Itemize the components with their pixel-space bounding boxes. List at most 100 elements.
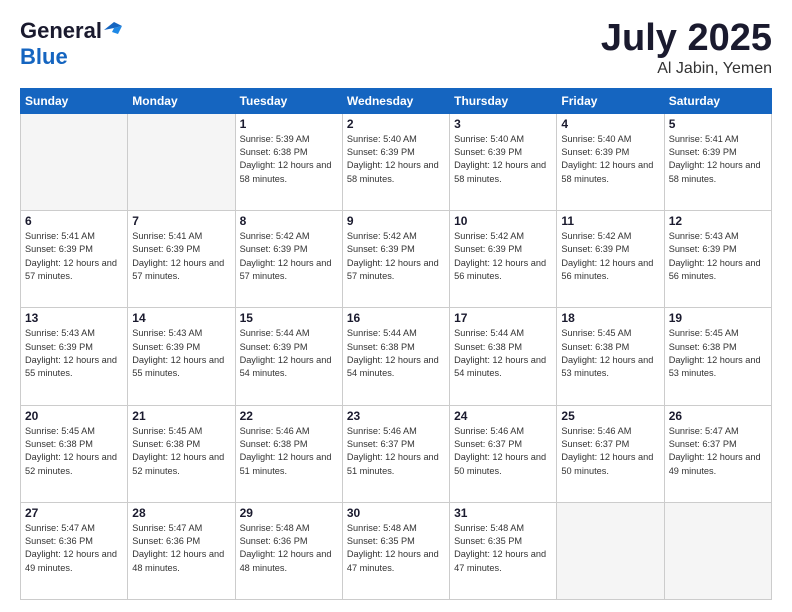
day-number: 14 <box>132 311 230 325</box>
day-number: 13 <box>25 311 123 325</box>
calendar-cell <box>557 502 664 599</box>
header: General Blue July 2025 Al Jabin, Yemen <box>20 18 772 78</box>
day-number: 10 <box>454 214 552 228</box>
logo-blue-text: Blue <box>20 44 68 70</box>
calendar-cell <box>664 502 771 599</box>
day-number: 25 <box>561 409 659 423</box>
calendar-cell: 7 Sunrise: 5:41 AMSunset: 6:39 PMDaylight… <box>128 211 235 308</box>
sun-info: Sunrise: 5:46 AMSunset: 6:37 PMDaylight:… <box>347 425 445 478</box>
calendar-cell: 15 Sunrise: 5:44 AMSunset: 6:39 PMDayligh… <box>235 308 342 405</box>
sun-info: Sunrise: 5:39 AMSunset: 6:38 PMDaylight:… <box>240 133 338 186</box>
sun-info: Sunrise: 5:40 AMSunset: 6:39 PMDaylight:… <box>347 133 445 186</box>
day-number: 31 <box>454 506 552 520</box>
sun-info: Sunrise: 5:40 AMSunset: 6:39 PMDaylight:… <box>454 133 552 186</box>
calendar-week-row: 20 Sunrise: 5:45 AMSunset: 6:38 PMDayligh… <box>21 405 772 502</box>
calendar-cell: 20Sunrise: 5:45 AMSunset: 6:38 PMDayligh… <box>21 405 128 502</box>
location: Al Jabin, Yemen <box>601 60 772 78</box>
sun-info: Sunrise: 5:46 AMSunset: 6:37 PMDaylight:… <box>561 425 659 478</box>
day-number: 15 <box>240 311 338 325</box>
day-number: 3 <box>454 117 552 131</box>
sun-info: Sunrise: 5:48 AMSunset: 6:36 PMDaylight:… <box>240 522 338 575</box>
day-number: 20 <box>25 409 123 423</box>
calendar-week-row: 6 Sunrise: 5:41 AMSunset: 6:39 PMDaylight… <box>21 211 772 308</box>
sun-info: Sunrise: 5:42 AMSunset: 6:39 PMDaylight:… <box>454 230 552 283</box>
sun-info: Sunrise: 5:45 AMSunset: 6:38 PMDaylight:… <box>561 327 659 380</box>
sun-info: Sunrise: 5:48 AMSunset: 6:35 PMDaylight:… <box>347 522 445 575</box>
calendar-cell: 28 Sunrise: 5:47 AMSunset: 6:36 PMDayligh… <box>128 502 235 599</box>
calendar-cell <box>128 113 235 210</box>
day-number: 26 <box>669 409 767 423</box>
calendar-cell: 26 Sunrise: 5:47 AMSunset: 6:37 PMDayligh… <box>664 405 771 502</box>
day-number: 8 <box>240 214 338 228</box>
logo-bird-icon <box>104 22 122 36</box>
calendar-table: Sunday Monday Tuesday Wednesday Thursday… <box>20 88 772 600</box>
sun-info: Sunrise: 5:43 AMSunset: 6:39 PMDaylight:… <box>669 230 767 283</box>
day-number: 19 <box>669 311 767 325</box>
sun-info: Sunrise: 5:42 AMSunset: 6:39 PMDaylight:… <box>240 230 338 283</box>
sun-info: Sunrise: 5:41 AMSunset: 6:39 PMDaylight:… <box>669 133 767 186</box>
calendar-cell: 14 Sunrise: 5:43 AMSunset: 6:39 PMDayligh… <box>128 308 235 405</box>
day-number: 5 <box>669 117 767 131</box>
calendar-week-row: 13 Sunrise: 5:43 AMSunset: 6:39 PMDayligh… <box>21 308 772 405</box>
day-number: 1 <box>240 117 338 131</box>
sun-info: Sunrise: 5:40 AMSunset: 6:39 PMDaylight:… <box>561 133 659 186</box>
calendar-header-row: Sunday Monday Tuesday Wednesday Thursday… <box>21 88 772 113</box>
sun-info: Sunrise: 5:47 AMSunset: 6:36 PMDaylight:… <box>132 522 230 575</box>
logo: General Blue <box>20 18 122 70</box>
calendar-week-row: 27 Sunrise: 5:47 AMSunset: 6:36 PMDayligh… <box>21 502 772 599</box>
day-number: 9 <box>347 214 445 228</box>
month-title: July 2025 <box>601 18 772 60</box>
day-number: 4 <box>561 117 659 131</box>
day-number: 12 <box>669 214 767 228</box>
sun-info: Sunrise: 5:42 AMSunset: 6:39 PMDaylight:… <box>561 230 659 283</box>
col-tuesday: Tuesday <box>235 88 342 113</box>
sun-info: Sunrise: 5:46 AMSunset: 6:37 PMDaylight:… <box>454 425 552 478</box>
col-sunday: Sunday <box>21 88 128 113</box>
calendar-cell: 21Sunrise: 5:45 AMSunset: 6:38 PMDayligh… <box>128 405 235 502</box>
calendar-cell: 10 Sunrise: 5:42 AMSunset: 6:39 PMDayligh… <box>450 211 557 308</box>
day-number: 7 <box>132 214 230 228</box>
day-number: 18 <box>561 311 659 325</box>
day-number: 28 <box>132 506 230 520</box>
sun-info: Sunrise: 5:45 AMSunset: 6:38 PMDaylight:… <box>132 425 230 478</box>
calendar-cell: 31 Sunrise: 5:48 AMSunset: 6:35 PMDayligh… <box>450 502 557 599</box>
calendar-cell: 22Sunrise: 5:46 AMSunset: 6:38 PMDayligh… <box>235 405 342 502</box>
day-number: 24 <box>454 409 552 423</box>
calendar-cell: 29 Sunrise: 5:48 AMSunset: 6:36 PMDayligh… <box>235 502 342 599</box>
sun-info: Sunrise: 5:41 AMSunset: 6:39 PMDaylight:… <box>132 230 230 283</box>
day-number: 2 <box>347 117 445 131</box>
calendar-cell: 24 Sunrise: 5:46 AMSunset: 6:37 PMDayligh… <box>450 405 557 502</box>
calendar-cell: 19 Sunrise: 5:45 AMSunset: 6:38 PMDayligh… <box>664 308 771 405</box>
day-number: 6 <box>25 214 123 228</box>
calendar-cell: 8 Sunrise: 5:42 AMSunset: 6:39 PMDaylight… <box>235 211 342 308</box>
day-number: 27 <box>25 506 123 520</box>
col-wednesday: Wednesday <box>342 88 449 113</box>
calendar-cell: 11 Sunrise: 5:42 AMSunset: 6:39 PMDayligh… <box>557 211 664 308</box>
calendar-cell: 17 Sunrise: 5:44 AMSunset: 6:38 PMDayligh… <box>450 308 557 405</box>
sun-info: Sunrise: 5:44 AMSunset: 6:38 PMDaylight:… <box>454 327 552 380</box>
day-number: 11 <box>561 214 659 228</box>
calendar-cell <box>21 113 128 210</box>
calendar-cell: 9 Sunrise: 5:42 AMSunset: 6:39 PMDaylight… <box>342 211 449 308</box>
sun-info: Sunrise: 5:43 AMSunset: 6:39 PMDaylight:… <box>132 327 230 380</box>
calendar-cell: 2 Sunrise: 5:40 AMSunset: 6:39 PMDaylight… <box>342 113 449 210</box>
calendar-cell: 13Sunrise: 5:43 AMSunset: 6:39 PMDayligh… <box>21 308 128 405</box>
calendar-cell: 23Sunrise: 5:46 AMSunset: 6:37 PMDayligh… <box>342 405 449 502</box>
sun-info: Sunrise: 5:44 AMSunset: 6:39 PMDaylight:… <box>240 327 338 380</box>
sun-info: Sunrise: 5:46 AMSunset: 6:38 PMDaylight:… <box>240 425 338 478</box>
sun-info: Sunrise: 5:42 AMSunset: 6:39 PMDaylight:… <box>347 230 445 283</box>
calendar-week-row: 1 Sunrise: 5:39 AMSunset: 6:38 PMDaylight… <box>21 113 772 210</box>
calendar-cell: 27Sunrise: 5:47 AMSunset: 6:36 PMDayligh… <box>21 502 128 599</box>
sun-info: Sunrise: 5:45 AMSunset: 6:38 PMDaylight:… <box>669 327 767 380</box>
day-number: 16 <box>347 311 445 325</box>
page: General Blue July 2025 Al Jabin, Yemen S… <box>0 0 792 612</box>
sun-info: Sunrise: 5:48 AMSunset: 6:35 PMDaylight:… <box>454 522 552 575</box>
calendar-cell: 25 Sunrise: 5:46 AMSunset: 6:37 PMDayligh… <box>557 405 664 502</box>
col-thursday: Thursday <box>450 88 557 113</box>
day-number: 29 <box>240 506 338 520</box>
title-block: July 2025 Al Jabin, Yemen <box>601 18 772 78</box>
day-number: 17 <box>454 311 552 325</box>
sun-info: Sunrise: 5:47 AMSunset: 6:37 PMDaylight:… <box>669 425 767 478</box>
calendar-cell: 18 Sunrise: 5:45 AMSunset: 6:38 PMDayligh… <box>557 308 664 405</box>
calendar-cell: 1 Sunrise: 5:39 AMSunset: 6:38 PMDaylight… <box>235 113 342 210</box>
